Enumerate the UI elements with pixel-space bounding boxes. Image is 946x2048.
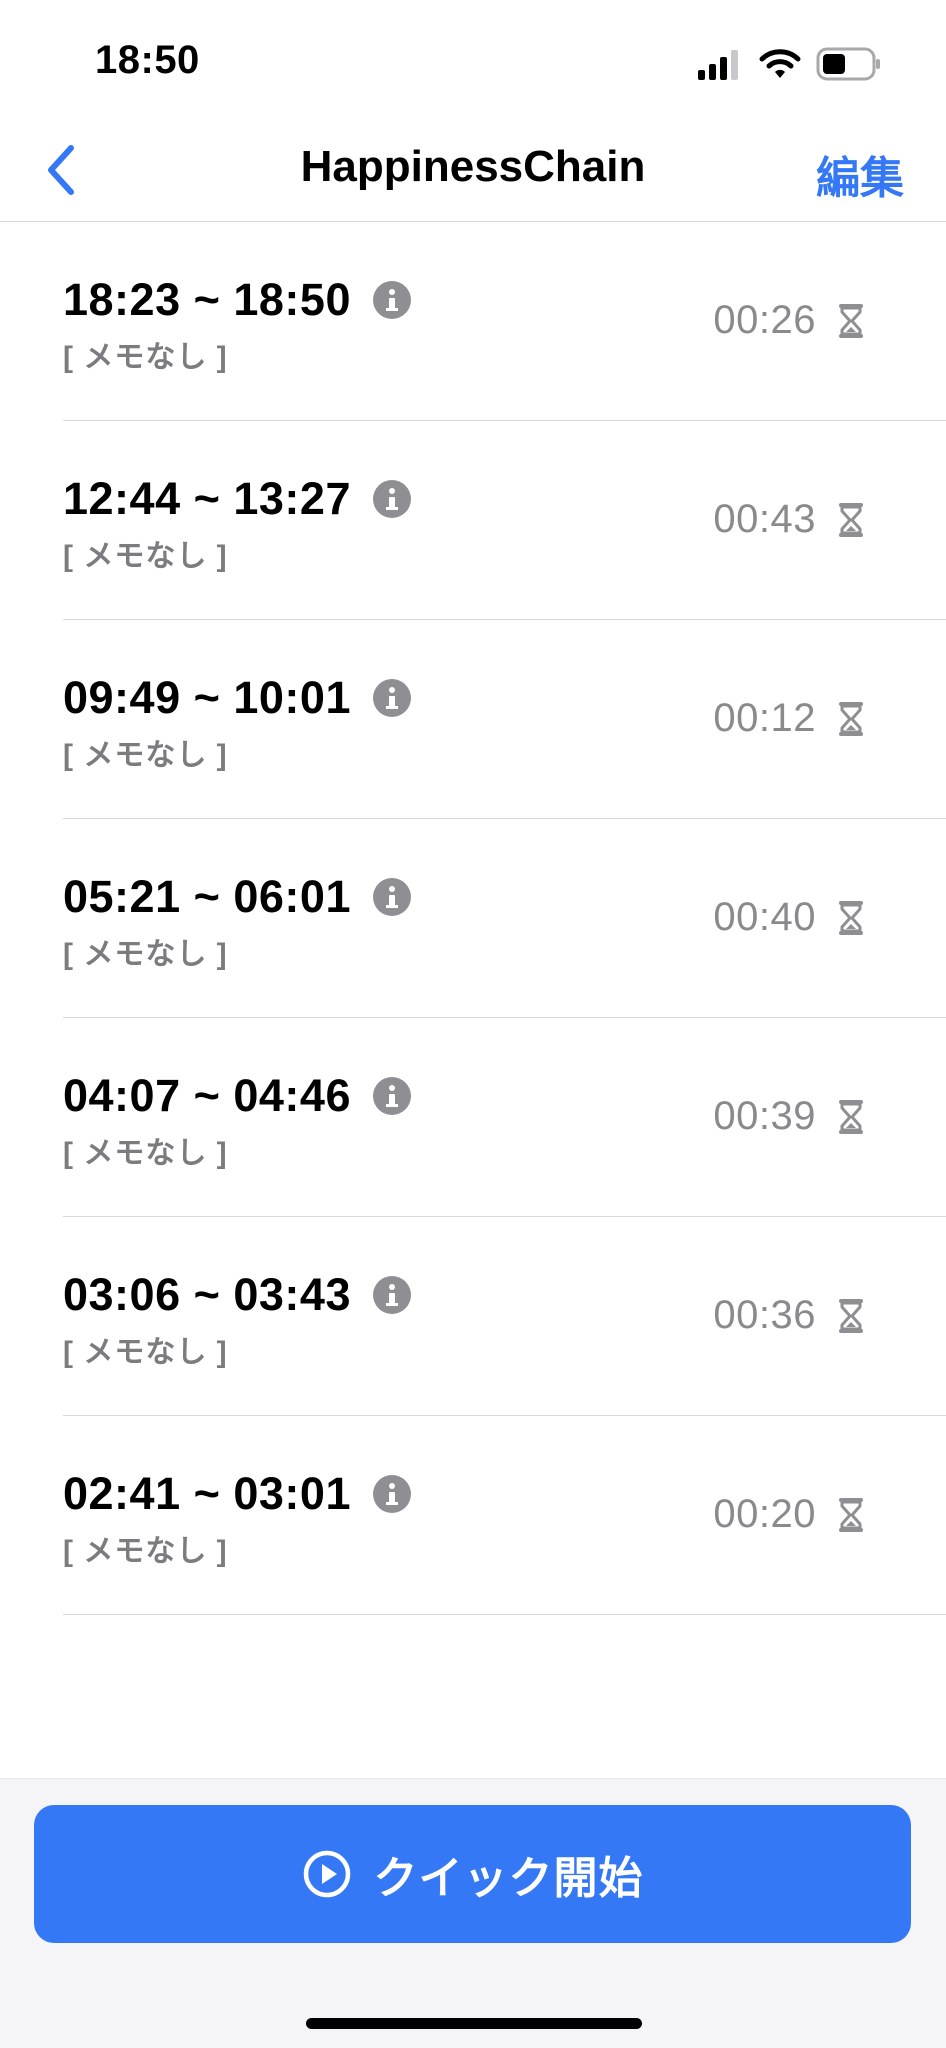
info-icon[interactable] (372, 679, 411, 717)
session-row[interactable]: 18:23 ~ 18:50 [ メモなし ] 00:26 (0, 222, 946, 421)
info-icon[interactable] (372, 281, 411, 319)
quick-start-button[interactable]: クイック開始 (34, 1805, 911, 1943)
play-circle-icon (303, 1850, 350, 1898)
status-icons (696, 44, 882, 84)
session-time-range: 02:41 ~ 03:01 (63, 1468, 351, 1519)
session-row[interactable]: 05:21 ~ 06:01 [ メモなし ] 00:40 (0, 819, 946, 1018)
battery-icon (816, 47, 880, 81)
hourglass-icon (839, 701, 863, 736)
info-icon[interactable] (372, 1276, 411, 1314)
session-header: 02:41 ~ 03:01 (63, 1468, 411, 1520)
hourglass-icon (839, 1497, 863, 1532)
app-screen: 18:50 HappinessChain 編集 18:23 ~ 18:50 [… (0, 0, 946, 2048)
cellular-signal-icon (698, 50, 738, 80)
session-header: 03:06 ~ 03:43 (63, 1269, 411, 1321)
quick-start-label: クイック開始 (373, 1854, 644, 1903)
session-duration: 00:36 (713, 1293, 816, 1337)
session-memo: [ メモなし ] (63, 1137, 228, 1170)
home-indicator (306, 2018, 642, 2029)
hourglass-icon (839, 303, 863, 338)
session-duration: 00:12 (713, 696, 816, 740)
session-header: 09:49 ~ 10:01 (63, 672, 411, 724)
session-duration: 00:20 (713, 1492, 816, 1536)
hourglass-icon (839, 1298, 863, 1333)
session-duration: 00:43 (713, 497, 816, 541)
session-duration-group: 00:36 (713, 1293, 864, 1338)
edit-button[interactable]: 編集 (816, 142, 904, 206)
bottom-toolbar: クイック開始 (0, 1778, 946, 2048)
session-duration-group: 00:40 (713, 895, 864, 940)
session-row[interactable]: 03:06 ~ 03:43 [ メモなし ] 00:36 (0, 1217, 946, 1416)
session-header: 12:44 ~ 13:27 (63, 473, 411, 525)
info-icon[interactable] (372, 1077, 411, 1115)
session-memo: [ メモなし ] (63, 938, 228, 971)
session-header: 18:23 ~ 18:50 (63, 274, 411, 326)
session-memo: [ メモなし ] (63, 1336, 228, 1369)
session-time-range: 04:07 ~ 04:46 (63, 1070, 351, 1121)
session-memo: [ メモなし ] (63, 540, 228, 573)
session-duration: 00:40 (713, 895, 816, 939)
session-time-range: 05:21 ~ 06:01 (63, 871, 351, 922)
hourglass-icon (839, 502, 863, 537)
session-duration-group: 00:20 (713, 1492, 864, 1537)
session-row[interactable]: 04:07 ~ 04:46 [ メモなし ] 00:39 (0, 1018, 946, 1217)
navigation-bar: HappinessChain 編集 (0, 118, 946, 222)
session-duration-group: 00:26 (713, 298, 864, 343)
info-icon[interactable] (372, 1475, 411, 1513)
page-title: HappinessChain (300, 142, 646, 191)
session-header: 05:21 ~ 06:01 (63, 871, 411, 923)
session-row[interactable]: 12:44 ~ 13:27 [ メモなし ] 00:43 (0, 421, 946, 620)
hourglass-icon (839, 1099, 863, 1134)
wifi-icon (759, 49, 801, 78)
status-time: 18:50 (95, 38, 200, 82)
session-time-range: 09:49 ~ 10:01 (63, 672, 351, 723)
session-duration-group: 00:43 (713, 497, 864, 542)
status-bar: 18:50 (0, 0, 946, 118)
session-duration-group: 00:39 (713, 1094, 864, 1139)
session-duration-group: 00:12 (713, 696, 864, 741)
session-memo: [ メモなし ] (63, 1535, 228, 1568)
session-memo: [ メモなし ] (63, 739, 228, 772)
session-time-range: 03:06 ~ 03:43 (63, 1269, 351, 1320)
session-row[interactable]: 02:41 ~ 03:01 [ メモなし ] 00:20 (0, 1416, 946, 1615)
row-divider (63, 1614, 946, 1615)
session-list: 18:23 ~ 18:50 [ メモなし ] 00:26 12:44 ~ 13:… (0, 222, 946, 1615)
session-duration: 00:39 (713, 1094, 816, 1138)
session-time-range: 12:44 ~ 13:27 (63, 473, 351, 524)
session-row[interactable]: 09:49 ~ 10:01 [ メモなし ] 00:12 (0, 620, 946, 819)
session-memo: [ メモなし ] (63, 341, 228, 374)
session-duration: 00:26 (713, 298, 816, 342)
hourglass-icon (839, 900, 863, 935)
info-icon[interactable] (372, 878, 411, 916)
session-time-range: 18:23 ~ 18:50 (63, 274, 351, 325)
info-icon[interactable] (372, 480, 411, 518)
session-header: 04:07 ~ 04:46 (63, 1070, 411, 1122)
